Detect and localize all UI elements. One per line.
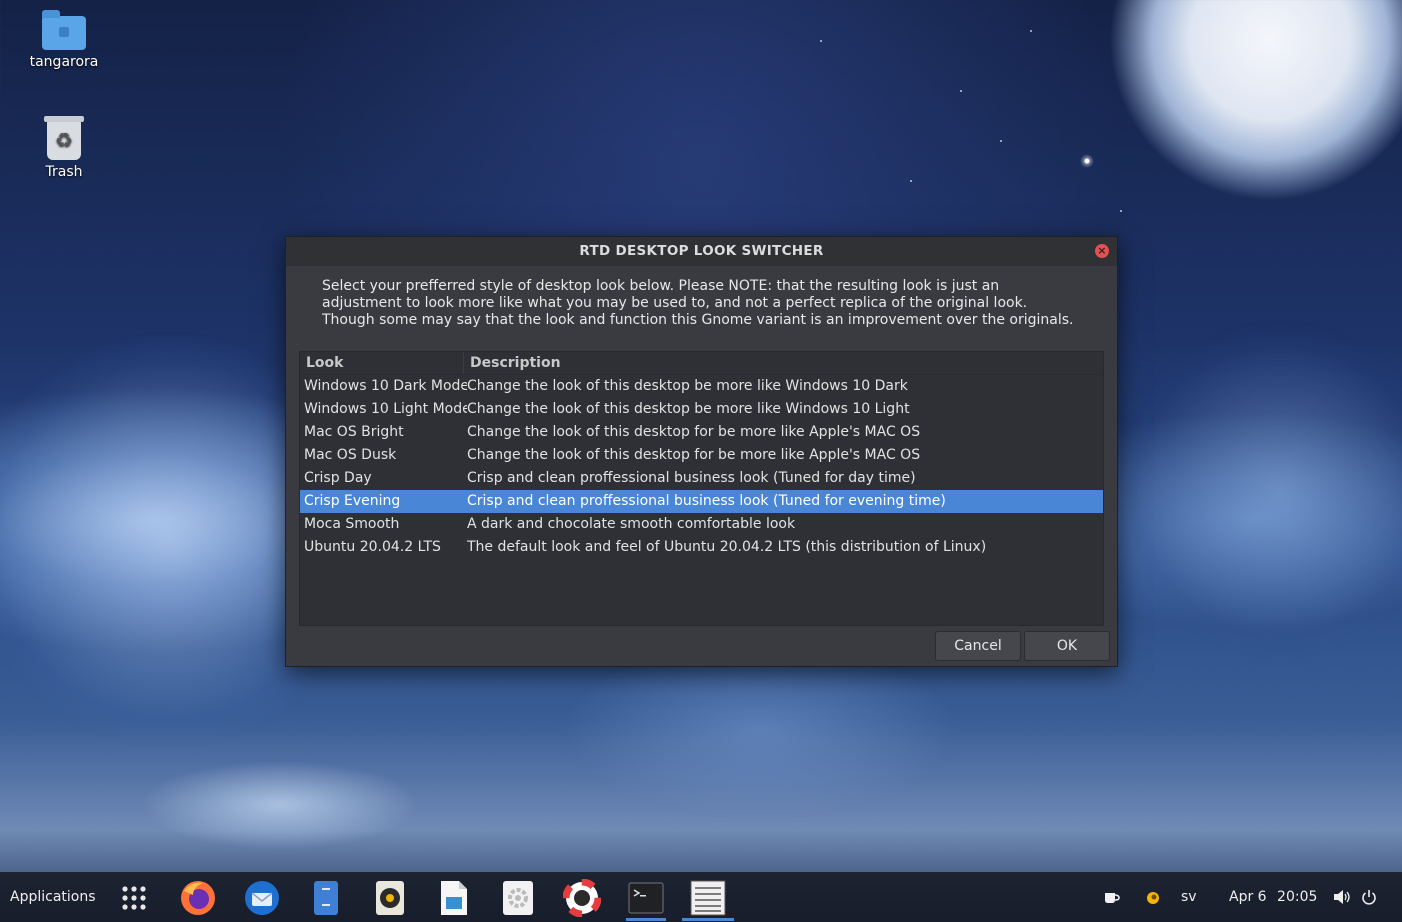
power-icon[interactable] bbox=[1361, 872, 1377, 922]
dialog-titlebar[interactable]: RTD DESKTOP LOOK SWITCHER × bbox=[286, 237, 1117, 266]
home-folder-icon bbox=[42, 10, 86, 50]
list-row[interactable]: Moca Smooth A dark and chocolate smooth … bbox=[300, 513, 1103, 536]
ok-button[interactable]: OK bbox=[1024, 631, 1110, 661]
row-description: Change the look of this desktop be more … bbox=[467, 378, 908, 394]
terminal-icon[interactable] bbox=[626, 878, 666, 921]
rhythmbox-icon[interactable] bbox=[370, 878, 410, 918]
volume-icon[interactable] bbox=[1333, 872, 1351, 922]
row-look: Crisp Evening bbox=[304, 493, 401, 509]
row-look: Windows 10 Dark Mode bbox=[304, 378, 467, 394]
row-look: Moca Smooth bbox=[304, 516, 400, 532]
desktop-icon-trash[interactable]: ♻ Trash bbox=[19, 116, 109, 180]
row-look: Crisp Day bbox=[304, 470, 372, 486]
look-list[interactable]: Look Description Windows 10 Dark Mode Ch… bbox=[299, 351, 1104, 626]
look-switcher-icon[interactable] bbox=[682, 878, 734, 921]
settings-icon[interactable] bbox=[498, 878, 538, 918]
list-row[interactable]: Ubuntu 20.04.2 LTS The default look and … bbox=[300, 536, 1103, 559]
list-header: Look Description bbox=[300, 352, 1103, 375]
list-row[interactable]: Crisp Day Crisp and clean proffessional … bbox=[300, 467, 1103, 490]
row-description: A dark and chocolate smooth comfortable … bbox=[467, 516, 796, 532]
clock-date: Apr 6 bbox=[1229, 889, 1267, 905]
help-icon[interactable] bbox=[562, 878, 602, 918]
close-button[interactable]: × bbox=[1095, 244, 1109, 258]
intro-line: adjustment to look more like what you ma… bbox=[322, 295, 1028, 311]
row-description: Change the look of this desktop be more … bbox=[467, 401, 910, 417]
list-row[interactable]: Mac OS Bright Change the look of this de… bbox=[300, 421, 1103, 444]
thunderbird-icon[interactable] bbox=[242, 878, 282, 918]
row-description: Crisp and clean proffessional business l… bbox=[467, 493, 946, 509]
row-description: Change the look of this desktop for be m… bbox=[467, 424, 921, 440]
applications-menu-button[interactable]: Applications bbox=[10, 872, 96, 922]
file-manager-icon[interactable] bbox=[306, 878, 346, 918]
desktop-icon-label: Trash bbox=[45, 164, 83, 180]
trash-icon: ♻ bbox=[44, 116, 84, 160]
row-look: Ubuntu 20.04.2 LTS bbox=[304, 539, 441, 555]
clock-time: 20:05 bbox=[1277, 889, 1318, 905]
cancel-button[interactable]: Cancel bbox=[935, 631, 1021, 661]
app-grid-icon[interactable] bbox=[114, 878, 154, 918]
row-description: Change the look of this desktop for be m… bbox=[467, 447, 921, 463]
active-indicator bbox=[682, 918, 734, 921]
list-row[interactable]: Windows 10 Light Mode Change the look of… bbox=[300, 398, 1103, 421]
libreoffice-impress-icon[interactable] bbox=[434, 878, 474, 918]
column-header-look[interactable]: Look bbox=[300, 352, 464, 374]
list-row[interactable]: Windows 10 Dark Mode Change the look of … bbox=[300, 375, 1103, 398]
dialog-intro-text: Select your prefferred style of desktop … bbox=[286, 266, 1117, 348]
bright-star bbox=[1080, 154, 1094, 168]
dialog-title: RTD DESKTOP LOOK SWITCHER bbox=[579, 243, 824, 259]
clock[interactable]: Apr 6 20:05 bbox=[1229, 872, 1317, 922]
column-header-description[interactable]: Description bbox=[464, 352, 561, 374]
intro-line: Select your prefferred style of desktop … bbox=[322, 278, 1000, 294]
row-look: Windows 10 Light Mode bbox=[304, 401, 467, 417]
row-look: Mac OS Dusk bbox=[304, 447, 397, 463]
active-indicator bbox=[626, 918, 666, 921]
firefox-icon[interactable] bbox=[178, 878, 218, 918]
updates-icon[interactable] bbox=[1145, 872, 1161, 922]
intro-line: Though some may say that the look and fu… bbox=[322, 312, 1074, 328]
desktop-icon-label: tangarora bbox=[29, 54, 99, 70]
list-row[interactable]: Mac OS Dusk Change the look of this desk… bbox=[300, 444, 1103, 467]
desktop-icon-home[interactable]: tangarora bbox=[19, 10, 109, 70]
look-switcher-dialog: RTD DESKTOP LOOK SWITCHER × Select your … bbox=[285, 236, 1118, 667]
coffee-icon[interactable] bbox=[1103, 872, 1121, 922]
row-description: The default look and feel of Ubuntu 20.0… bbox=[467, 539, 987, 555]
row-description: Crisp and clean proffessional business l… bbox=[467, 470, 916, 486]
row-look: Mac OS Bright bbox=[304, 424, 404, 440]
keyboard-layout-indicator[interactable]: sv bbox=[1181, 872, 1197, 922]
list-row-selected[interactable]: Crisp Evening Crisp and clean proffessio… bbox=[300, 490, 1103, 513]
taskbar: Applications sv Apr 6 20:05 bbox=[0, 872, 1402, 922]
